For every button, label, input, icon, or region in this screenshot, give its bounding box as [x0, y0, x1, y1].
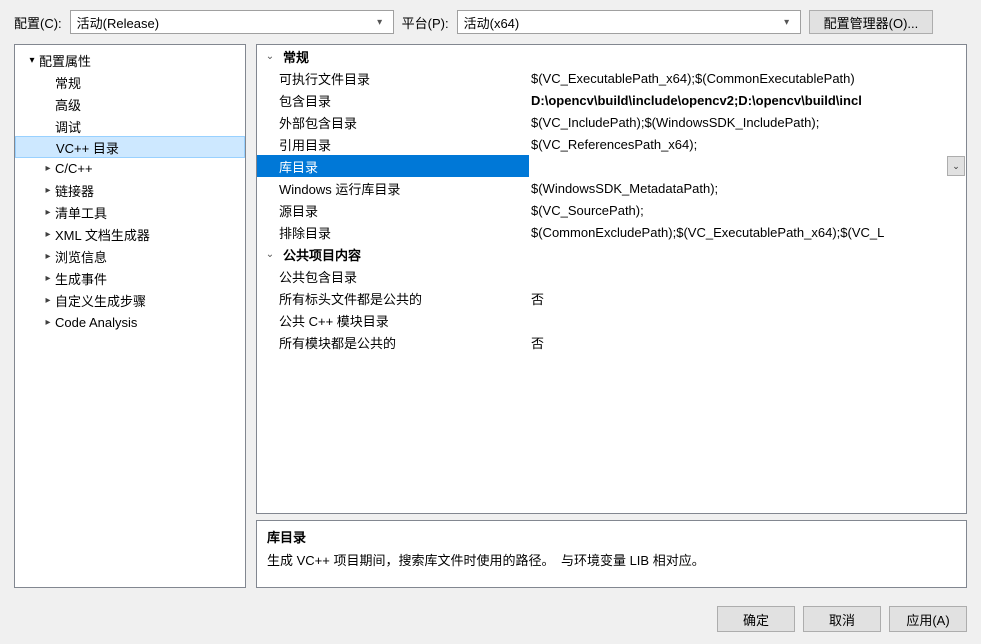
- expand-icon[interactable]: ▸: [41, 317, 55, 328]
- config-label: 配置(C):: [14, 13, 62, 32]
- right-panel: ⌄常规可执行文件目录$(VC_ExecutablePath_x64);$(Com…: [256, 44, 967, 588]
- property-group-name: 常规: [279, 47, 529, 66]
- expand-icon[interactable]: ▸: [41, 229, 55, 240]
- property-row[interactable]: 库目录 $(LibraryPath): [257, 155, 966, 177]
- description-panel: 库目录 生成 VC++ 项目期间，搜索库文件时使用的路径。 与环境变量 LIB …: [256, 520, 967, 588]
- property-row[interactable]: 引用目录 $(VC_ReferencesPath_x64);: [257, 133, 966, 155]
- tree-item[interactable]: 常规: [15, 71, 245, 93]
- property-name: 公共包含目录: [257, 267, 507, 286]
- tree-panel[interactable]: ▾ 配置属性 常规高级调试VC++ 目录▸C/C++▸链接器▸清单工具▸XML …: [14, 44, 246, 588]
- tree-item[interactable]: ▸浏览信息: [15, 245, 245, 267]
- property-name: 源目录: [257, 201, 507, 220]
- tree-item[interactable]: ▸C/C++: [15, 157, 245, 179]
- platform-label: 平台(P):: [402, 13, 449, 32]
- property-group-name: 公共项目内容: [279, 245, 529, 264]
- expand-icon[interactable]: ▸: [41, 207, 55, 218]
- property-group[interactable]: ⌄公共项目内容: [257, 243, 966, 265]
- cancel-button[interactable]: 取消: [803, 606, 881, 632]
- platform-dropdown[interactable]: 活动(x64) ▾: [457, 10, 801, 34]
- dialog-buttons: 确定 取消 应用(A): [0, 596, 981, 644]
- expand-icon[interactable]: ▸: [41, 273, 55, 284]
- property-value[interactable]: 否: [529, 333, 966, 352]
- property-row[interactable]: Windows 运行库目录 $(WindowsSDK_MetadataPath);: [257, 177, 966, 199]
- apply-button[interactable]: 应用(A): [889, 606, 967, 632]
- property-name: 所有模块都是公共的: [257, 333, 507, 352]
- property-value[interactable]: $(WindowsSDK_MetadataPath);: [529, 181, 966, 196]
- property-row[interactable]: 可执行文件目录 $(VC_ExecutablePath_x64);$(Common…: [257, 67, 966, 89]
- tree-item[interactable]: VC++ 目录: [15, 136, 245, 158]
- tree-item[interactable]: 高级: [15, 93, 245, 115]
- property-row[interactable]: 外部包含目录 $(VC_IncludePath);$(WindowsSDK_Inc…: [257, 111, 966, 133]
- tree-item-label: C/C++: [55, 161, 93, 176]
- tree-item[interactable]: ▸生成事件: [15, 267, 245, 289]
- tree-item-label: 自定义生成步骤: [55, 291, 146, 310]
- property-name: 排除目录: [257, 223, 507, 242]
- property-row[interactable]: 排除目录 $(CommonExcludePath);$(VC_Executable…: [257, 221, 966, 243]
- property-name: 公共 C++ 模块目录: [257, 311, 507, 330]
- collapse-icon[interactable]: ▾: [25, 55, 39, 66]
- property-name: 外部包含目录: [257, 113, 507, 132]
- property-value[interactable]: $(VC_ExecutablePath_x64);$(CommonExecuta…: [529, 71, 966, 86]
- property-row[interactable]: 所有模块都是公共的 否: [257, 331, 966, 353]
- tree-item-label: 浏览信息: [55, 247, 107, 266]
- config-manager-button[interactable]: 配置管理器(O)...: [809, 10, 934, 34]
- property-row[interactable]: 所有标头文件都是公共的 否: [257, 287, 966, 309]
- platform-value: 活动(x64): [464, 13, 780, 32]
- property-dropdown-button[interactable]: ⌄: [947, 156, 965, 176]
- property-row[interactable]: 源目录 $(VC_SourcePath);: [257, 199, 966, 221]
- property-row[interactable]: 公共包含目录: [257, 265, 966, 287]
- tree-item[interactable]: ▸XML 文档生成器: [15, 223, 245, 245]
- property-value[interactable]: 否: [529, 289, 966, 308]
- property-name: 所有标头文件都是公共的: [257, 289, 507, 308]
- tree-item-label: 调试: [55, 117, 81, 136]
- property-value[interactable]: $(VC_ReferencesPath_x64);: [529, 137, 966, 152]
- tree-item[interactable]: ▸Code Analysis: [15, 311, 245, 333]
- collapse-icon[interactable]: ⌄: [261, 249, 279, 260]
- ok-button[interactable]: 确定: [717, 606, 795, 632]
- tree-item-label: 常规: [55, 73, 81, 92]
- tree-item[interactable]: ▸清单工具: [15, 201, 245, 223]
- property-row[interactable]: 包含目录 D:\opencv\build\include\opencv2;D:\o…: [257, 89, 966, 111]
- expand-icon[interactable]: ▸: [41, 185, 55, 196]
- expand-icon[interactable]: ▸: [41, 163, 55, 174]
- property-grid[interactable]: ⌄常规可执行文件目录$(VC_ExecutablePath_x64);$(Com…: [256, 44, 967, 514]
- top-toolbar: 配置(C): 活动(Release) ▾ 平台(P): 活动(x64) ▾ 配置…: [0, 0, 981, 44]
- property-value[interactable]: $(LibraryPath): [529, 159, 966, 174]
- property-name: Windows 运行库目录: [257, 179, 507, 198]
- property-group[interactable]: ⌄常规: [257, 45, 966, 67]
- expand-icon[interactable]: ▸: [41, 295, 55, 306]
- description-title: 库目录: [267, 527, 956, 546]
- tree-root[interactable]: ▾ 配置属性: [15, 49, 245, 71]
- tree-item-label: Code Analysis: [55, 315, 137, 330]
- config-dropdown[interactable]: 活动(Release) ▾: [70, 10, 394, 34]
- chevron-down-icon: ▾: [373, 17, 387, 28]
- main-area: ▾ 配置属性 常规高级调试VC++ 目录▸C/C++▸链接器▸清单工具▸XML …: [0, 44, 981, 596]
- property-value[interactable]: D:\opencv\build\include\opencv2;D:\openc…: [529, 93, 966, 108]
- property-name: 库目录: [257, 157, 507, 176]
- property-value[interactable]: $(VC_SourcePath);: [529, 203, 966, 218]
- property-name: 可执行文件目录: [257, 69, 507, 88]
- tree-item-label: VC++ 目录: [56, 138, 119, 157]
- tree-item[interactable]: ▸自定义生成步骤: [15, 289, 245, 311]
- tree-item-label: 清单工具: [55, 203, 107, 222]
- property-value[interactable]: $(CommonExcludePath);$(VC_ExecutablePath…: [529, 225, 966, 240]
- tree-item-label: 高级: [55, 95, 81, 114]
- tree-item[interactable]: ▸链接器: [15, 179, 245, 201]
- description-text: 生成 VC++ 项目期间，搜索库文件时使用的路径。 与环境变量 LIB 相对应。: [267, 550, 956, 569]
- tree-item-label: 链接器: [55, 181, 94, 200]
- property-name: 包含目录: [257, 91, 507, 110]
- property-name: 引用目录: [257, 135, 507, 154]
- expand-icon[interactable]: ▸: [41, 251, 55, 262]
- chevron-down-icon: ▾: [780, 17, 794, 28]
- property-value[interactable]: $(VC_IncludePath);$(WindowsSDK_IncludePa…: [529, 115, 966, 130]
- tree-item[interactable]: 调试: [15, 115, 245, 137]
- collapse-icon[interactable]: ⌄: [261, 51, 279, 62]
- tree-item-label: 生成事件: [55, 269, 107, 288]
- tree-item-label: XML 文档生成器: [55, 225, 150, 244]
- property-row[interactable]: 公共 C++ 模块目录: [257, 309, 966, 331]
- config-value: 活动(Release): [77, 13, 373, 32]
